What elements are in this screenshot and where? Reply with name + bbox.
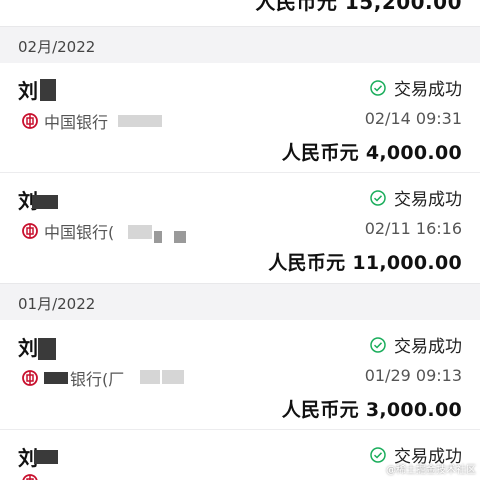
status-text: 交易成功 [394,337,462,357]
check-circle-icon [370,446,386,463]
bank-line: 中国银行( [22,219,114,243]
redaction-block [32,195,58,209]
watermark: @稀土掘金技术社区 [386,465,476,476]
bank-name: 银行(厂 [70,370,125,389]
transaction-time: 01/29 09:13 [364,366,462,385]
redaction-block [38,338,56,360]
redaction-block [154,231,162,243]
month-header: 02月/2022 [0,26,480,63]
transaction-item[interactable]: 刘 交易成功 中国银行 02/14 09:31 人民币元 4,000.00 [0,63,480,173]
month-label: 02月/2022 [18,38,96,56]
transaction-time: 02/14 09:31 [364,109,462,128]
bank-of-china-icon [22,370,38,386]
bank-of-china-icon [22,474,38,480]
redaction-block [34,450,58,464]
previous-amount: 人民币元 15,200.00 [255,0,462,14]
redaction-block [140,370,160,384]
month-label: 01月/2022 [18,295,96,313]
status-label: 交易成功 [370,75,462,100]
redaction-block [40,79,56,101]
transaction-item[interactable]: 刘 交易成功 中国银行( 02/11 16:16 人民币元 11,000.00 [0,173,480,283]
status-label: 交易成功 [370,185,462,210]
redaction-block [44,372,68,384]
redaction-block [174,231,186,243]
status-label: 交易成功 [370,332,462,357]
check-circle-icon [370,79,386,96]
bank-name: 中国银行 [44,113,109,132]
redaction-block [162,370,184,384]
check-circle-icon [370,189,386,206]
redaction-block [118,115,162,127]
bank-of-china-icon [22,113,38,129]
bank-line: 中国银行 [22,109,108,133]
redaction-block [128,225,152,239]
transaction-amount: 人民币元 3,000.00 [281,399,462,421]
month-header: 01月/2022 [0,283,480,320]
payee-name: 刘 [18,79,38,103]
transaction-amount: 人民币元 11,000.00 [268,252,462,274]
transaction-item[interactable]: 刘 交易成功 银行(厂 01/29 09:13 人民币元 3,000.00 [0,320,480,430]
check-circle-icon [370,336,386,353]
transaction-time: 02/11 16:16 [364,219,462,238]
bank-of-china-icon [22,223,38,239]
transaction-amount: 人民币元 4,000.00 [281,142,462,164]
bank-name: 中国银行( [44,223,115,242]
payee-name: 刘 [18,336,38,360]
status-text: 交易成功 [394,190,462,210]
status-text: 交易成功 [394,80,462,100]
bank-line [22,474,44,480]
transaction-list-screen: 人民币元 15,200.00 02月/2022 刘 交易成功 中国银行 02/1… [0,0,480,480]
bank-line: 银行(厂 [22,366,124,390]
